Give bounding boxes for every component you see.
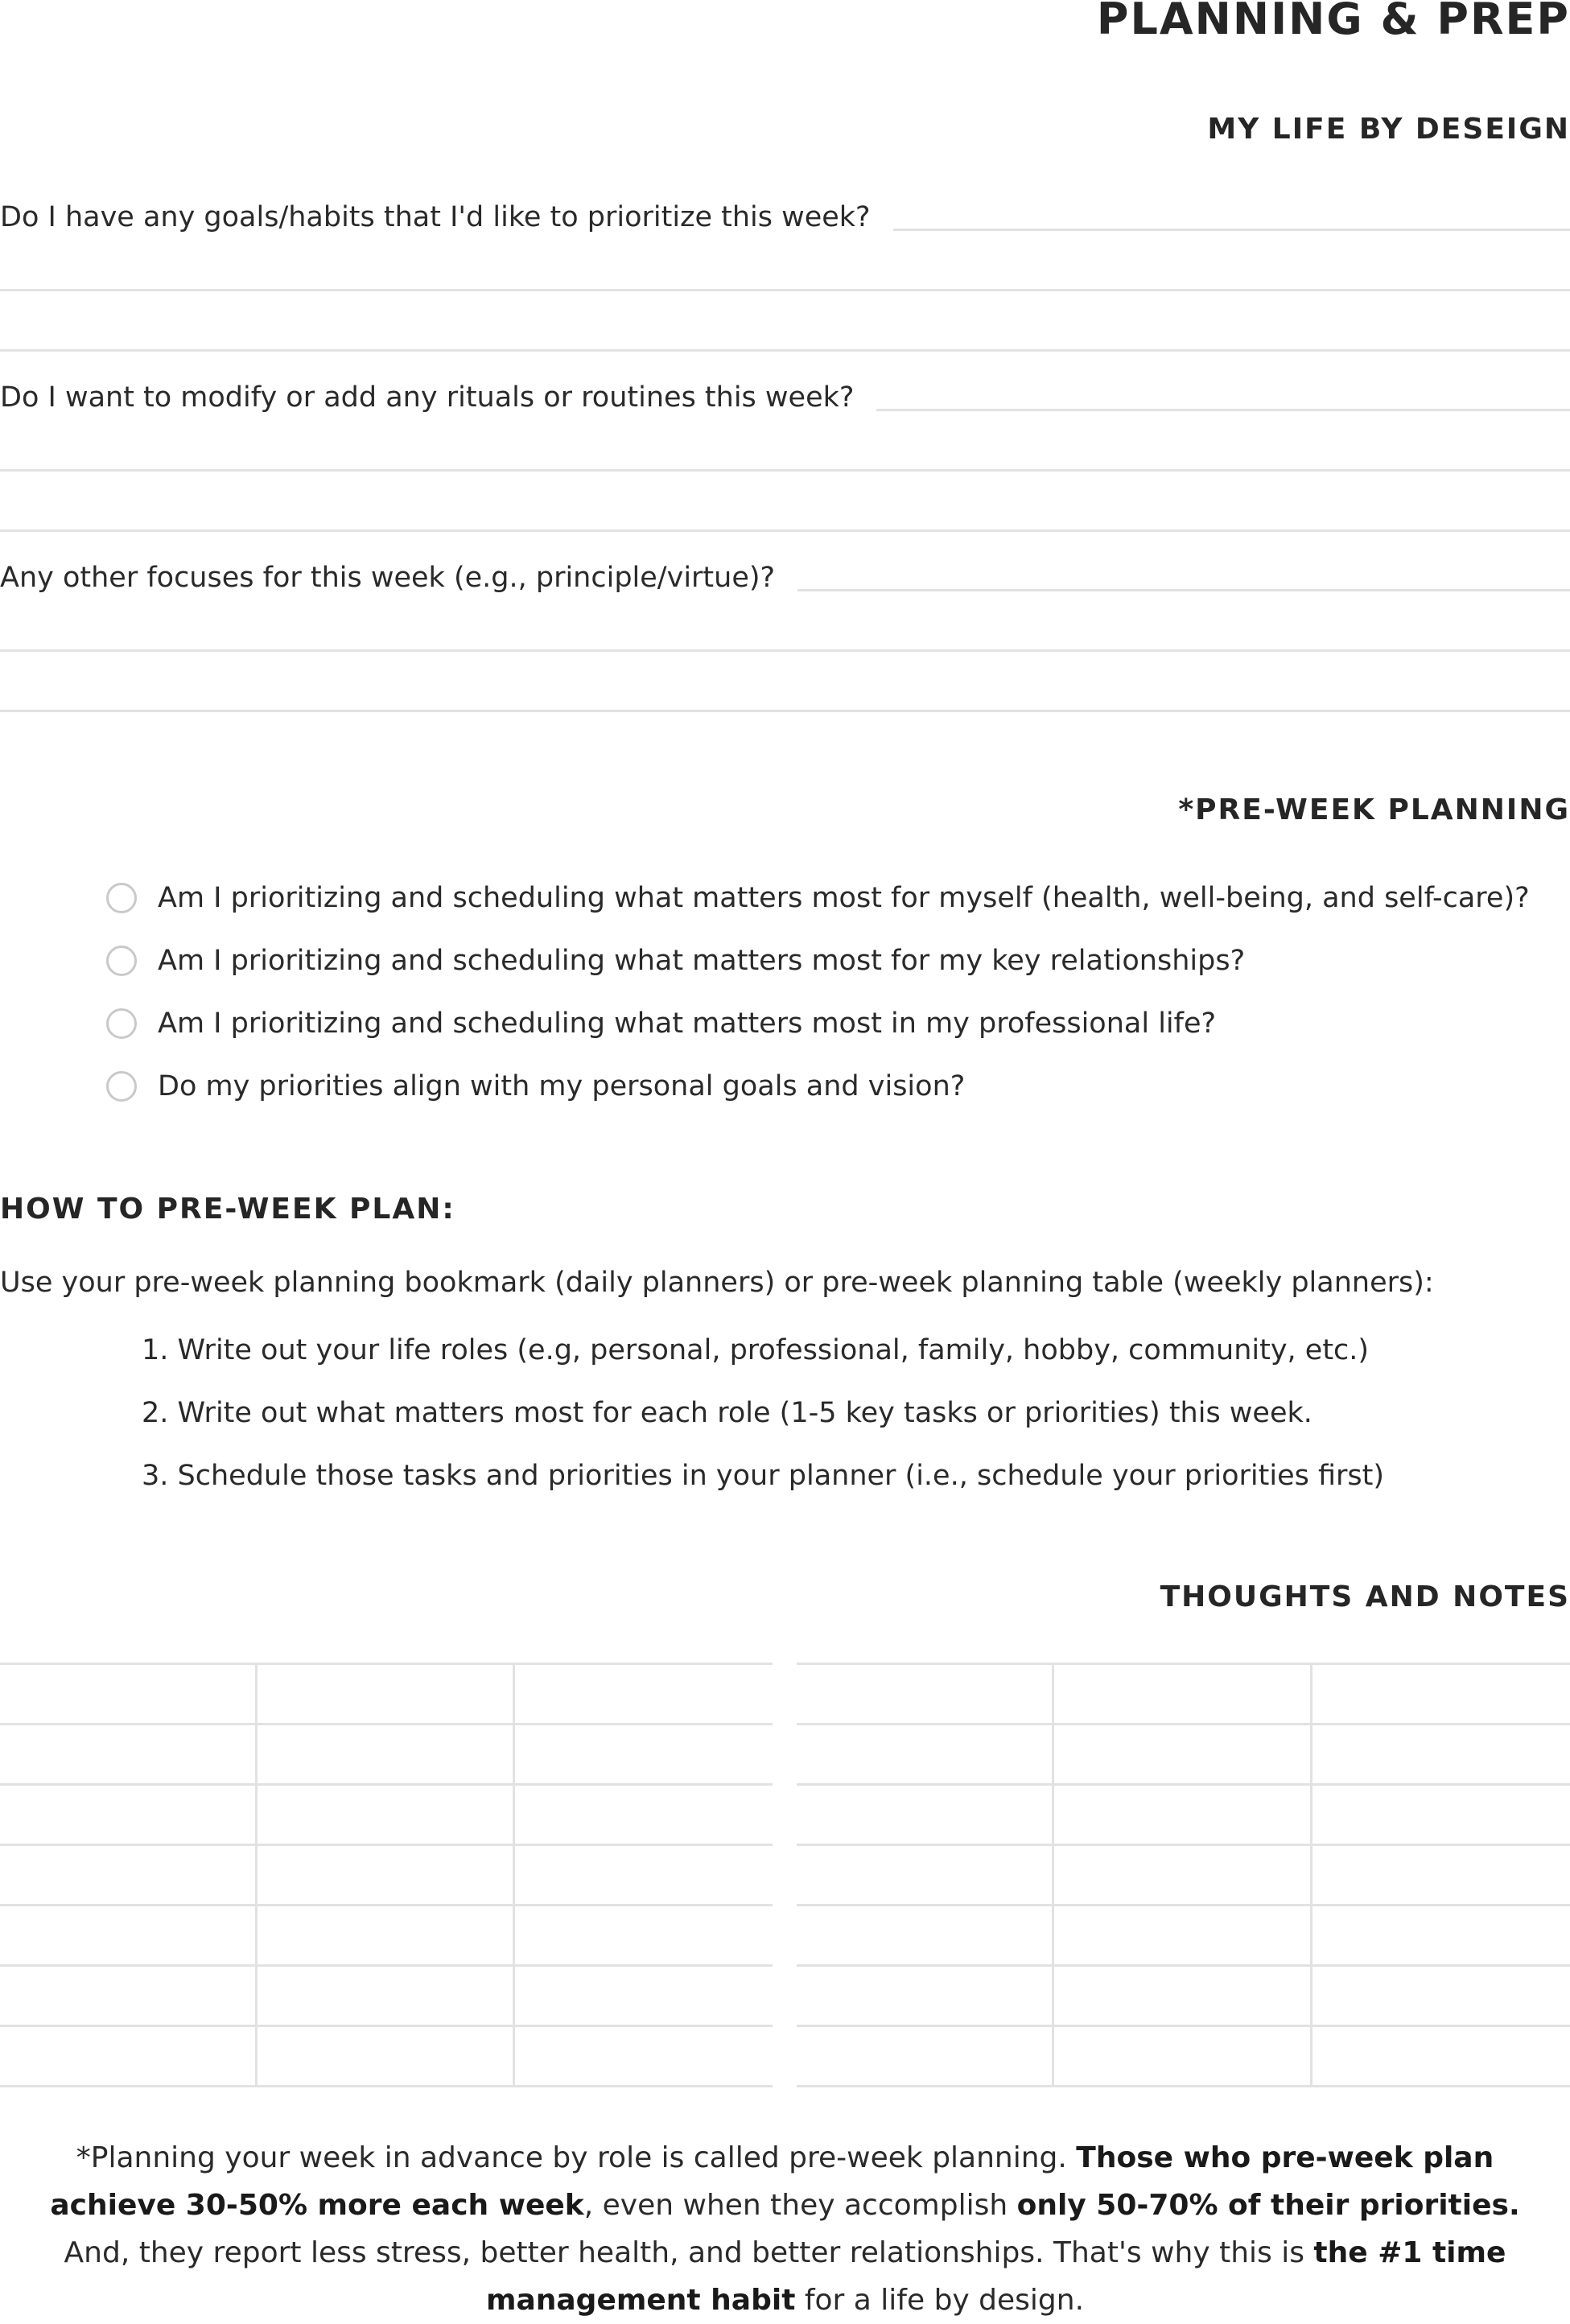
checkbox-circle-icon[interactable] — [106, 1008, 137, 1039]
how-to-heading: HOW TO PRE-WEEK PLAN: — [0, 1193, 455, 1226]
checkbox-circle-icon[interactable] — [106, 1071, 137, 1102]
how-to-intro: Use your pre-week planning bookmark (dai… — [0, 1267, 1434, 1299]
checklist-item[interactable]: Do my priorities align with my personal … — [106, 1070, 965, 1102]
notes-heading: THOUGHTS AND NOTES — [1160, 1580, 1570, 1613]
footer-text: *Planning your week in advance by role i… — [76, 2141, 1077, 2174]
footer-emphasis: only 50-70% of their priorities. — [1016, 2189, 1520, 2222]
notes-cell[interactable] — [1312, 1665, 1570, 1725]
pre-week-heading: *PRE-WEEK PLANNING — [1178, 793, 1570, 826]
notes-cell[interactable] — [515, 1846, 773, 1906]
notes-cell[interactable] — [258, 2027, 515, 2087]
notes-cell[interactable] — [0, 1725, 258, 1786]
notes-cell[interactable] — [0, 1786, 258, 1846]
notes-cell[interactable] — [258, 1665, 515, 1725]
notes-cell[interactable] — [1054, 2027, 1312, 2087]
notes-cell[interactable] — [258, 1786, 515, 1846]
answer-line[interactable] — [0, 529, 1570, 532]
footer-text: , even when they accomplish — [583, 2189, 1017, 2222]
notes-cell[interactable] — [1054, 1906, 1312, 1967]
notes-grid-left[interactable] — [0, 1663, 773, 2087]
notes-cell[interactable] — [1054, 1846, 1312, 1906]
footer-text: And, they report less stress, better hea… — [64, 2236, 1314, 2269]
notes-cell[interactable] — [0, 1967, 258, 2027]
notes-cell[interactable] — [1312, 1725, 1570, 1786]
notes-cell[interactable] — [0, 1906, 258, 1967]
checklist-item[interactable]: Am I prioritizing and scheduling what ma… — [106, 882, 1530, 914]
question-focuses: Any other focuses for this week (e.g., p… — [0, 562, 798, 594]
notes-cell[interactable] — [0, 1665, 258, 1725]
question-rituals: Do I want to modify or add any rituals o… — [0, 381, 877, 414]
question-goals: Do I have any goals/habits that I'd like… — [0, 201, 893, 233]
checklist-label: Am I prioritizing and scheduling what ma… — [158, 945, 1246, 977]
page-subtitle: MY LIFE BY DESEIGN — [1207, 113, 1570, 146]
notes-cell[interactable] — [1312, 1786, 1570, 1846]
notes-cell[interactable] — [1312, 1846, 1570, 1906]
notes-cell[interactable] — [0, 2027, 258, 2087]
checklist-label: Am I prioritizing and scheduling what ma… — [158, 882, 1530, 914]
notes-cell[interactable] — [797, 1846, 1055, 1906]
notes-grid-right[interactable] — [797, 1663, 1570, 2087]
notes-cell[interactable] — [258, 1725, 515, 1786]
notes-cell[interactable] — [515, 1786, 773, 1846]
checkbox-circle-icon[interactable] — [106, 883, 137, 913]
answer-line[interactable] — [0, 710, 1570, 712]
notes-cell[interactable] — [797, 1906, 1055, 1967]
notes-cell[interactable] — [1054, 1967, 1312, 2027]
notes-cell[interactable] — [1054, 1786, 1312, 1846]
notes-cell[interactable] — [515, 1967, 773, 2027]
answer-line[interactable] — [0, 349, 1570, 352]
notes-cell[interactable] — [797, 1786, 1055, 1846]
notes-cell[interactable] — [515, 1725, 773, 1786]
notes-cell[interactable] — [1054, 1725, 1312, 1786]
answer-line[interactable] — [0, 649, 1570, 652]
checkbox-circle-icon[interactable] — [106, 946, 137, 976]
footer-note: *Planning your week in advance by role i… — [32, 2134, 1538, 2324]
answer-line[interactable] — [0, 289, 1570, 291]
how-to-step: 2. Write out what matters most for each … — [142, 1397, 1312, 1429]
how-to-step: 3. Schedule those tasks and priorities i… — [142, 1460, 1385, 1492]
notes-cell[interactable] — [1312, 2027, 1570, 2087]
notes-cell[interactable] — [258, 1846, 515, 1906]
checklist-label: Am I prioritizing and scheduling what ma… — [158, 1007, 1217, 1040]
notes-cell[interactable] — [797, 1967, 1055, 2027]
checklist-label: Do my priorities align with my personal … — [158, 1070, 966, 1102]
notes-cell[interactable] — [515, 2027, 773, 2087]
notes-cell[interactable] — [1054, 1665, 1312, 1725]
page-title: PLANNING & PREP — [1096, 0, 1570, 44]
notes-cell[interactable] — [797, 1665, 1055, 1725]
notes-cell[interactable] — [258, 1906, 515, 1967]
notes-cell[interactable] — [1312, 1967, 1570, 2027]
how-to-step: 1. Write out your life roles (e.g, perso… — [142, 1334, 1370, 1366]
notes-cell[interactable] — [797, 1725, 1055, 1786]
notes-cell[interactable] — [515, 1665, 773, 1725]
notes-cell[interactable] — [515, 1906, 773, 1967]
answer-line[interactable] — [0, 469, 1570, 472]
notes-cell[interactable] — [0, 1846, 258, 1906]
notes-cell[interactable] — [797, 2027, 1055, 2087]
checklist-item[interactable]: Am I prioritizing and scheduling what ma… — [106, 1007, 1216, 1040]
checklist-item[interactable]: Am I prioritizing and scheduling what ma… — [106, 945, 1245, 977]
notes-cell[interactable] — [1312, 1906, 1570, 1967]
notes-cell[interactable] — [258, 1967, 515, 2027]
footer-text: for a life by design. — [795, 2284, 1085, 2317]
